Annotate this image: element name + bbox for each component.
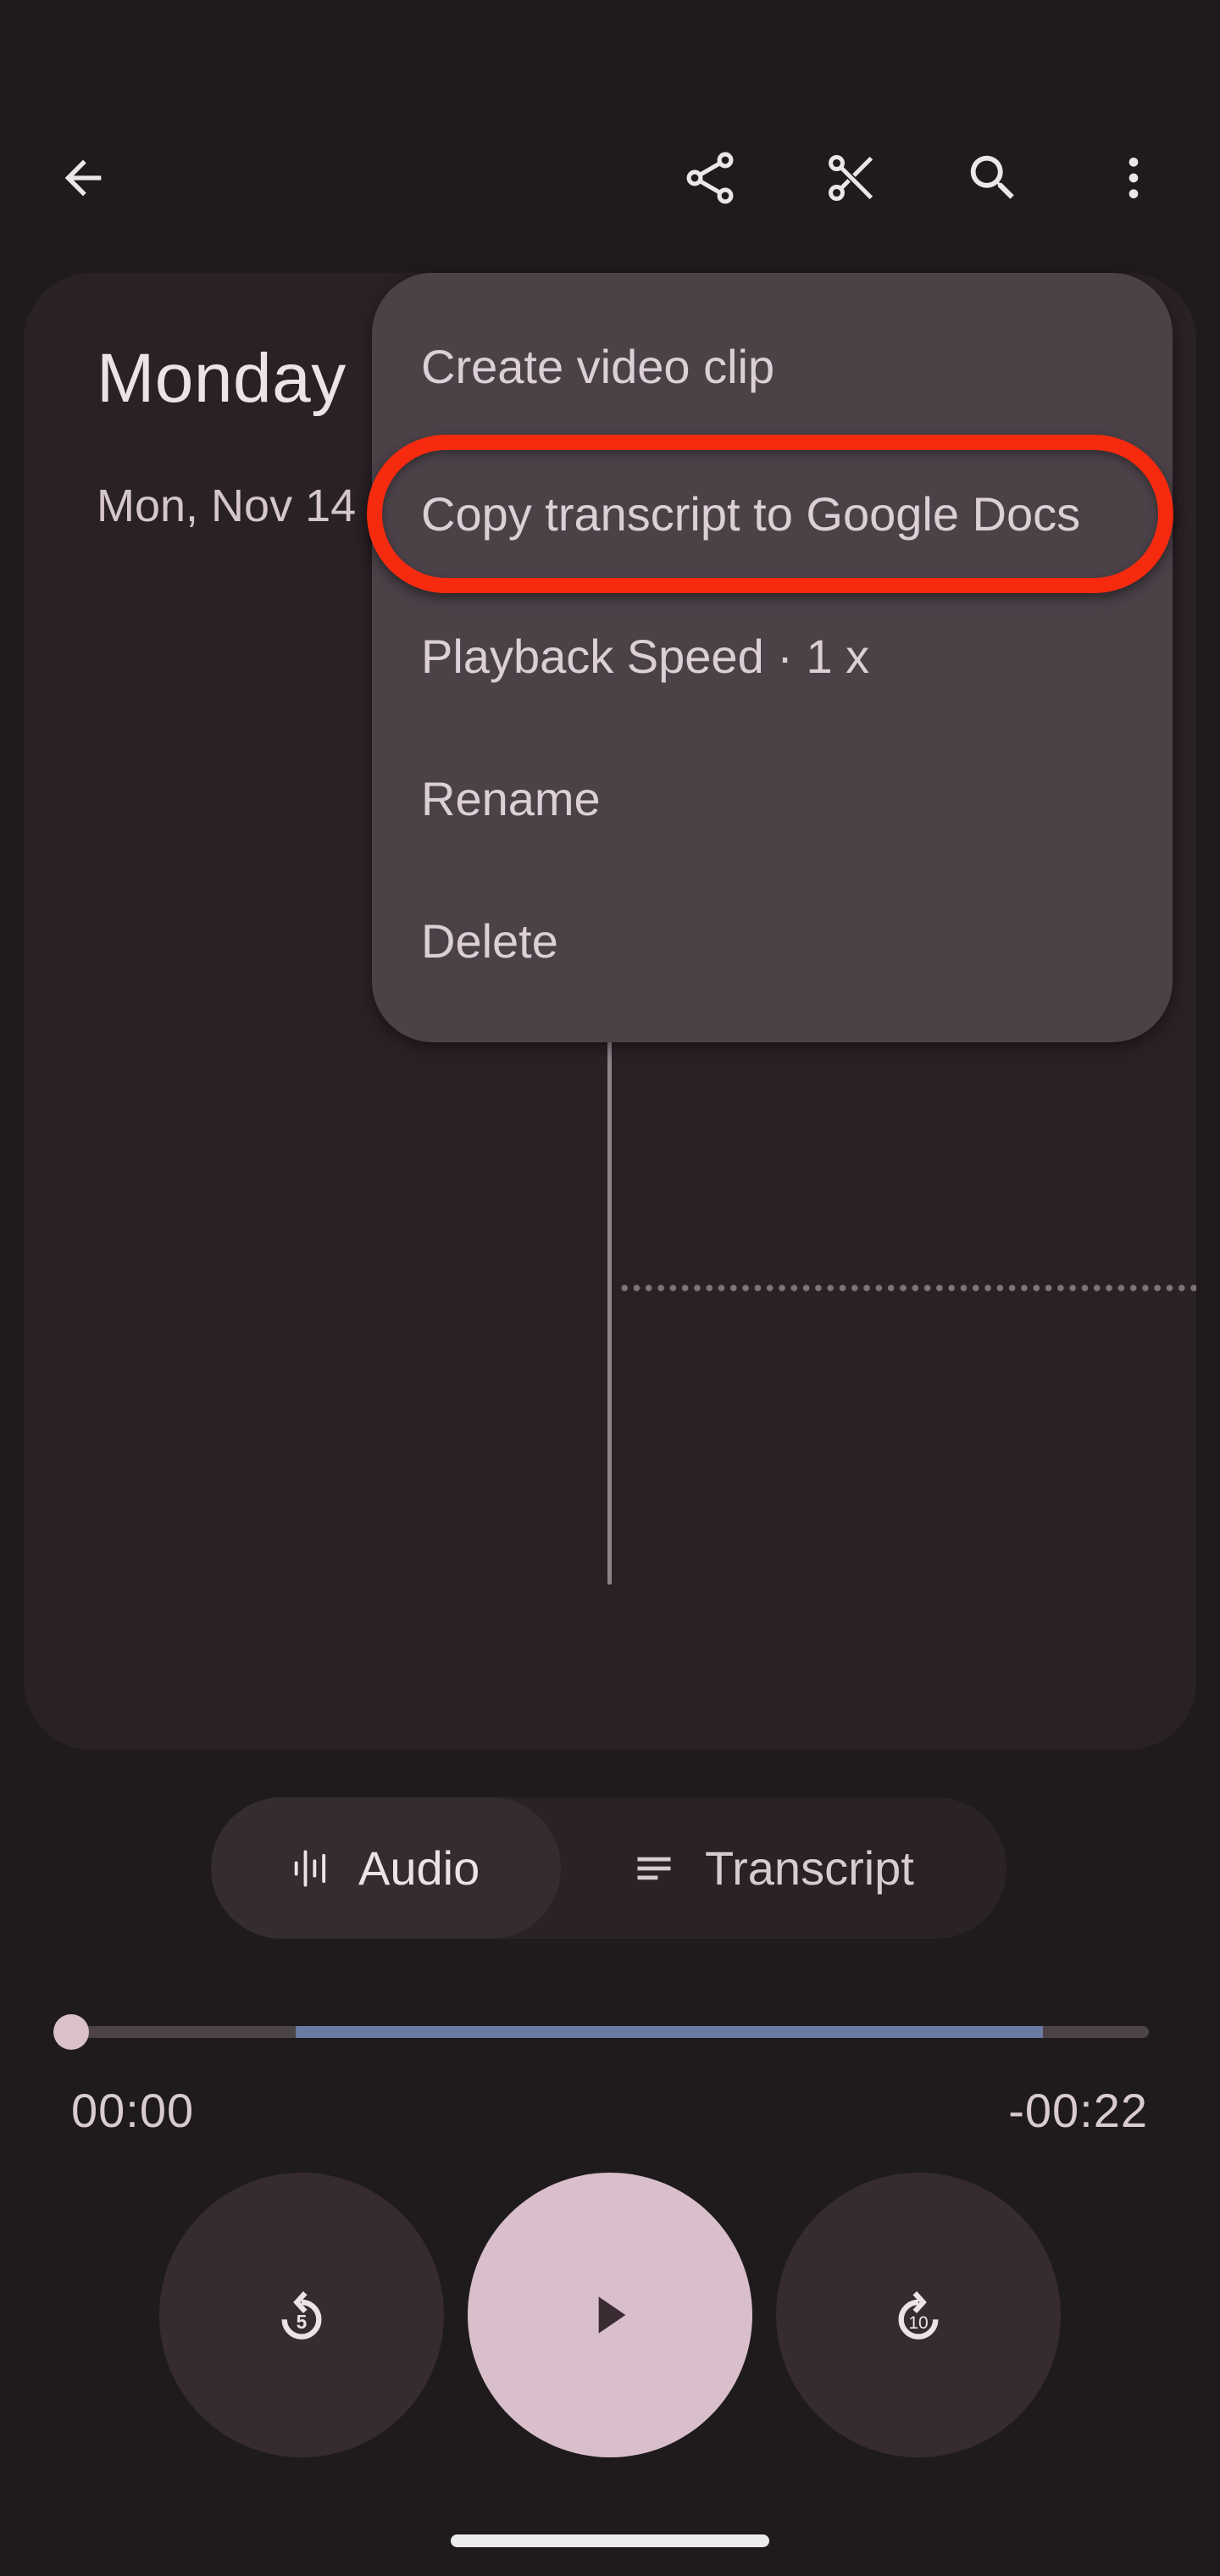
- menu-item-label: Delete: [421, 913, 558, 968]
- rewind-seconds: 5: [297, 2311, 308, 2333]
- menu-item-label: Create video clip: [421, 339, 775, 393]
- more-vertical-icon: [1128, 158, 1139, 198]
- menu-item-copy-transcript-to-google-docs[interactable]: Copy transcript to Google Docs: [372, 442, 1173, 585]
- gesture-nav-handle[interactable]: [451, 2534, 769, 2547]
- view-toggle: Audio Transcript: [211, 1797, 1006, 1939]
- transcript-lines-icon: [637, 1857, 671, 1879]
- more-options-button[interactable]: [1093, 137, 1174, 219]
- back-button[interactable]: [42, 137, 124, 219]
- rewind-5-button[interactable]: 5: [159, 2173, 444, 2457]
- audio-waveform-icon: [294, 1850, 326, 1886]
- search-button[interactable]: [952, 137, 1034, 219]
- overflow-menu: Create video clip Copy transcript to Goo…: [372, 273, 1173, 1042]
- forward-10-button[interactable]: 10: [776, 2173, 1061, 2457]
- share-button[interactable]: [669, 137, 751, 219]
- recording-title: Monday: [97, 340, 347, 417]
- forward-10-icon: 10: [898, 2290, 939, 2340]
- menu-item-label: Playback Speed · 1 x: [421, 629, 870, 683]
- seek-bar[interactable]: [59, 2026, 1149, 2038]
- replay-5-icon: 5: [281, 2290, 322, 2340]
- tab-audio-label: Audio: [358, 1841, 480, 1895]
- waveform-silence-dots: [618, 1285, 1196, 1291]
- remaining-time: -00:22: [1008, 2084, 1148, 2137]
- tab-audio[interactable]: Audio: [211, 1797, 561, 1939]
- menu-item-create-video-clip[interactable]: Create video clip: [372, 273, 1173, 442]
- share-icon: [686, 152, 734, 204]
- waveform-playhead[interactable]: [607, 985, 612, 1585]
- menu-item-delete[interactable]: Delete: [372, 869, 1173, 1012]
- highlighted-range: [296, 2026, 1044, 2038]
- tab-transcript[interactable]: Transcript: [561, 1797, 1006, 1939]
- menu-item-label: Copy transcript to Google Docs: [421, 486, 1081, 541]
- menu-item-rename[interactable]: Rename: [372, 727, 1173, 869]
- seek-thumb[interactable]: [53, 2014, 89, 2050]
- menu-item-label: Rename: [421, 771, 601, 825]
- tab-transcript-label: Transcript: [705, 1841, 914, 1895]
- elapsed-time: 00:00: [71, 2084, 195, 2137]
- play-icon: [598, 2296, 626, 2334]
- clip-button[interactable]: [811, 137, 892, 219]
- play-button[interactable]: [468, 2173, 752, 2457]
- forward-seconds: 10: [908, 2313, 928, 2333]
- recording-date: Mon, Nov 14: [97, 480, 357, 531]
- scissors-icon: [829, 155, 873, 201]
- menu-item-playback-speed[interactable]: Playback Speed · 1 x: [372, 585, 1173, 727]
- search-icon: [970, 155, 1014, 199]
- arrow-back-icon: [64, 159, 102, 197]
